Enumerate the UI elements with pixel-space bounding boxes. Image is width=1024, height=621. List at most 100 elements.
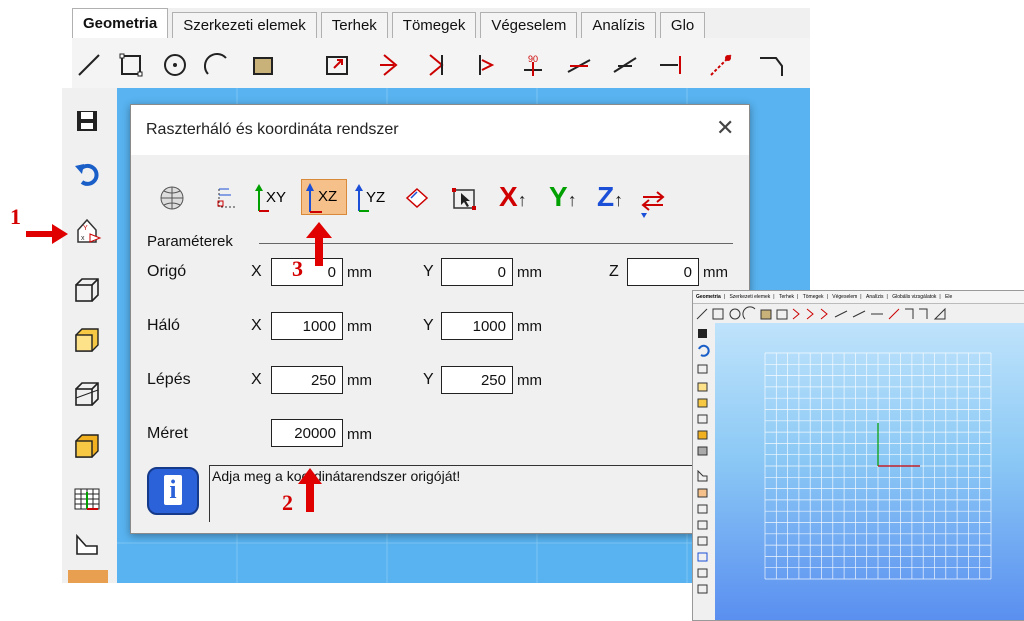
left-toolbar: Yx xyxy=(62,88,118,583)
swap-direction-icon[interactable] xyxy=(639,187,667,219)
inset-canvas xyxy=(715,323,1024,620)
extend-tool-icon[interactable] xyxy=(658,52,684,78)
inset-tab: Globális vizsgálatok xyxy=(892,294,937,300)
yz-label: YZ xyxy=(366,189,386,206)
intersect-tool-icon[interactable] xyxy=(566,52,592,78)
grid-table-icon[interactable] xyxy=(72,484,102,514)
solid-view-icon[interactable] xyxy=(72,432,102,462)
unit-label: mm xyxy=(517,372,542,389)
xz-plane-button[interactable]: XZ xyxy=(301,179,347,215)
shaded-view-icon[interactable] xyxy=(72,326,102,356)
corner-tool-icon[interactable] xyxy=(758,52,784,78)
inset-tab: Ele xyxy=(945,294,953,300)
tab-tomegek[interactable]: Tömegek xyxy=(391,12,477,38)
halo-x-input[interactable]: 1000 xyxy=(271,312,343,340)
tab-szerkezeti-elemek[interactable]: Szerkezeti elemek xyxy=(172,12,317,38)
inset-tab: Végeselem xyxy=(832,294,858,300)
unit-label: mm xyxy=(347,318,372,335)
origo-y-input[interactable]: 0 xyxy=(441,258,513,286)
origo-y-label: Y xyxy=(423,263,434,280)
xz-label: XZ xyxy=(318,188,338,205)
y-axis-button[interactable]: Y↑ xyxy=(549,181,577,213)
circle-tool-icon[interactable] xyxy=(162,52,188,78)
inset-tab: Geometria xyxy=(696,294,721,300)
halo-x-label: X xyxy=(251,317,262,334)
arc-tool-icon[interactable] xyxy=(204,52,230,78)
lepes-x-input[interactable]: 250 xyxy=(271,366,343,394)
domain-tool-icon[interactable] xyxy=(250,52,276,78)
meret-input[interactable]: 20000 xyxy=(271,419,343,447)
tab-glo[interactable]: Glo xyxy=(659,12,706,38)
trapezoid-shape-icon[interactable] xyxy=(72,530,102,560)
opening-tool-icon[interactable] xyxy=(324,52,350,78)
line-tool-icon[interactable] xyxy=(76,52,102,78)
hinge-arrow-icon[interactable] xyxy=(422,52,448,78)
split-tool-icon[interactable] xyxy=(612,52,638,78)
origo-z-label: Z xyxy=(609,263,619,280)
unit-label: mm xyxy=(703,264,728,281)
annotation-arrow-1-icon xyxy=(26,224,68,244)
tab-terhek[interactable]: Terhek xyxy=(320,12,388,38)
inset-left-toolbar xyxy=(693,323,716,620)
annotation-arrow-3-icon xyxy=(306,222,332,266)
tab-vegeselem[interactable]: Végeselem xyxy=(480,12,578,38)
inset-left-icons xyxy=(697,329,710,594)
inset-grid xyxy=(764,352,992,580)
halo-label: Háló xyxy=(147,317,180,334)
select-window-icon[interactable] xyxy=(451,185,479,211)
lepes-y-input[interactable]: 250 xyxy=(441,366,513,394)
info-icon: i xyxy=(147,467,199,515)
partial-tool-button[interactable] xyxy=(68,570,108,583)
lepes-x-label: X xyxy=(251,371,262,388)
up-arrow-icon: ↑ xyxy=(614,190,624,210)
svg-text:Y: Y xyxy=(83,225,88,232)
point-line-icon[interactable] xyxy=(708,52,734,78)
wireframe-view-icon[interactable] xyxy=(72,276,102,306)
info-message: Adja meg a koordinátarendszer origóját! xyxy=(212,468,461,484)
yz-plane-button[interactable]: YZ xyxy=(355,183,393,213)
unit-label: mm xyxy=(347,426,372,443)
diamond-icon[interactable] xyxy=(405,187,429,209)
up-arrow-icon: ↑ xyxy=(517,190,527,210)
origo-label: Origó xyxy=(147,263,187,280)
grid-origin-icon[interactable] xyxy=(215,185,241,211)
tab-geometria[interactable]: Geometria xyxy=(72,8,169,38)
y-axis-letter: Y xyxy=(549,181,568,212)
inset-tab: Terhek xyxy=(779,294,795,300)
tab-analizis[interactable]: Analízis xyxy=(581,12,656,38)
dialog-body: XY XZ YZ X↑ Y↑ Z↑ Paraméterek Origó X 0 … xyxy=(131,155,749,533)
node-support-icon[interactable]: 90 xyxy=(520,52,546,78)
annotation-label-3: 3 xyxy=(292,256,303,281)
line-support-icon[interactable] xyxy=(474,52,500,78)
up-arrow-icon: ↑ xyxy=(567,190,577,210)
annotation-arrow-2-icon xyxy=(298,468,322,512)
section-view-icon[interactable] xyxy=(72,380,102,410)
x-axis-letter: X xyxy=(499,181,518,212)
lepes-label: Lépés xyxy=(147,371,191,388)
inset-tab: Analízis xyxy=(865,294,884,300)
grid-coordinate-dialog: Raszterháló és koordináta rendszer ✕ XY … xyxy=(130,104,750,534)
unit-label: mm xyxy=(517,318,542,335)
annotation-label-1: 1 xyxy=(10,204,21,229)
svg-text:x: x xyxy=(81,235,85,242)
save-icon[interactable] xyxy=(72,106,102,136)
rectangle-tool-icon[interactable] xyxy=(118,52,144,78)
dialog-title: Raszterháló és koordináta rendszer xyxy=(146,121,399,138)
support-arrow-icon[interactable] xyxy=(378,52,404,78)
xy-plane-button[interactable]: XY xyxy=(255,183,293,213)
x-axis-button[interactable]: X↑ xyxy=(499,181,527,213)
section-label: Paraméterek xyxy=(147,233,233,250)
unit-label: mm xyxy=(517,264,542,281)
globe-icon[interactable] xyxy=(159,185,185,211)
z-axis-button[interactable]: Z↑ xyxy=(597,181,623,213)
grid-coordinate-system-icon[interactable]: Yx xyxy=(72,216,102,246)
unit-label: mm xyxy=(347,264,372,281)
undo-icon[interactable] xyxy=(72,158,102,188)
ribbon-tabbar: Geometria Szerkezeti elemek Terhek Tömeg… xyxy=(72,8,810,39)
inset-tab: Szerkezeti elemek xyxy=(729,294,771,300)
close-button[interactable]: ✕ xyxy=(716,115,734,141)
halo-y-input[interactable]: 1000 xyxy=(441,312,513,340)
annotation-label-2: 2 xyxy=(282,490,293,515)
halo-y-label: Y xyxy=(423,317,434,334)
origo-z-input[interactable]: 0 xyxy=(627,258,699,286)
